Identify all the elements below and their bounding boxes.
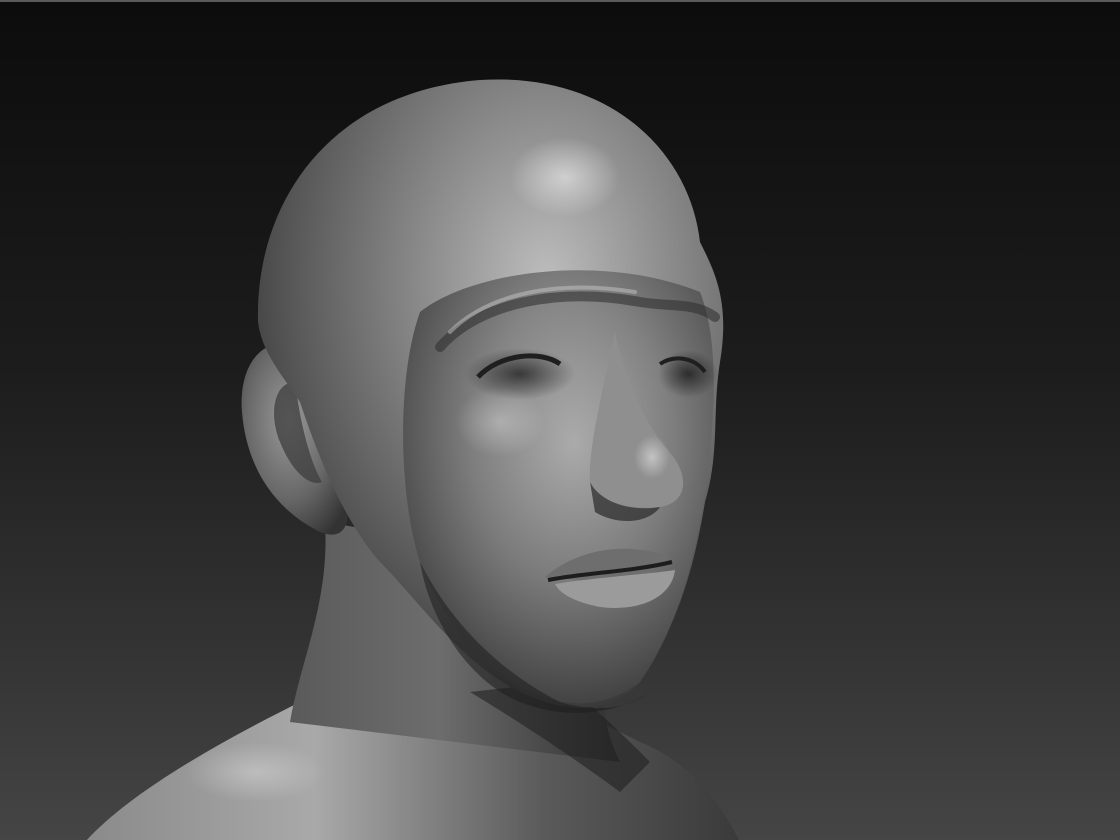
eye-socket-right: [658, 350, 718, 398]
sculpted-bust-model[interactable]: [0, 2, 1120, 840]
sculpt-viewport[interactable]: [0, 0, 1120, 840]
shoulder-highlight: [185, 742, 325, 802]
forehead-highlight: [510, 137, 620, 217]
cheek-highlight: [455, 387, 545, 457]
nose-highlight: [634, 435, 670, 479]
